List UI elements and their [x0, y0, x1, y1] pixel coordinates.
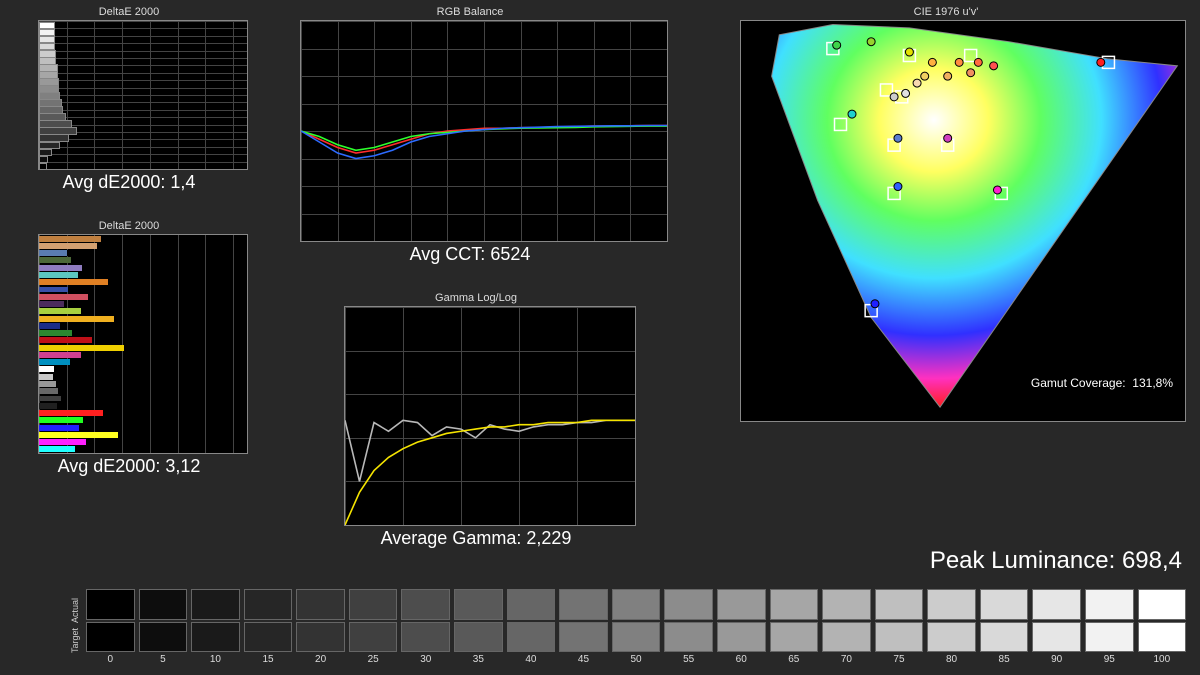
deltae-color-summary: Avg dE2000: 3,12 [10, 456, 248, 477]
deltae-color-plot: 02468101214 [38, 234, 248, 454]
gamma-plot: 0204060801001,822,22,42,62,8 [344, 306, 636, 526]
deltae-gray-plot: 0246810121405101520253035404550556065707… [38, 20, 248, 170]
cie-title: CIE 1976 u'v' [706, 6, 1186, 18]
gamut-coverage-label: Gamut Coverage: 131,8% [1027, 375, 1177, 391]
gamma-panel: Gamma Log/Log 0204060801001,822,22,42,62… [316, 290, 636, 549]
deltae-gray-summary: Avg dE2000: 1,4 [10, 172, 248, 193]
ramp-row-target: Target [70, 628, 80, 653]
calibration-report: DeltaE 2000 0246810121405101520253035404… [0, 0, 1200, 675]
cie-panel: CIE 1976 u'v' Gamut Coverage: 131,8% 00,… [706, 4, 1186, 422]
ramp-row-actual: Actual [70, 598, 80, 623]
deltae-gray-title: DeltaE 2000 [10, 6, 248, 18]
deltae-gray-panel: DeltaE 2000 0246810121405101520253035404… [10, 4, 248, 193]
gamma-title: Gamma Log/Log [316, 292, 636, 304]
rgb-balance-title: RGB Balance [272, 6, 668, 18]
cie-plot: Gamut Coverage: 131,8% 00,050,10,150,20,… [740, 20, 1186, 422]
peak-luminance: Peak Luminance: 698,4 [930, 547, 1182, 575]
rgb-balance-panel: RGB Balance 0102030405060708090100-40-30… [272, 4, 668, 265]
grayscale-ramp: 0510152025303540455055606570758085909510… [86, 589, 1186, 665]
deltae-color-title: DeltaE 2000 [10, 220, 248, 232]
rgb-balance-summary: Avg CCT: 6524 [272, 244, 668, 265]
gamma-summary: Average Gamma: 2,229 [316, 528, 636, 549]
rgb-balance-plot: 0102030405060708090100-40-30-20-10010203… [300, 20, 668, 242]
deltae-color-panel: DeltaE 2000 02468101214 Avg dE2000: 3,12 [10, 218, 248, 477]
